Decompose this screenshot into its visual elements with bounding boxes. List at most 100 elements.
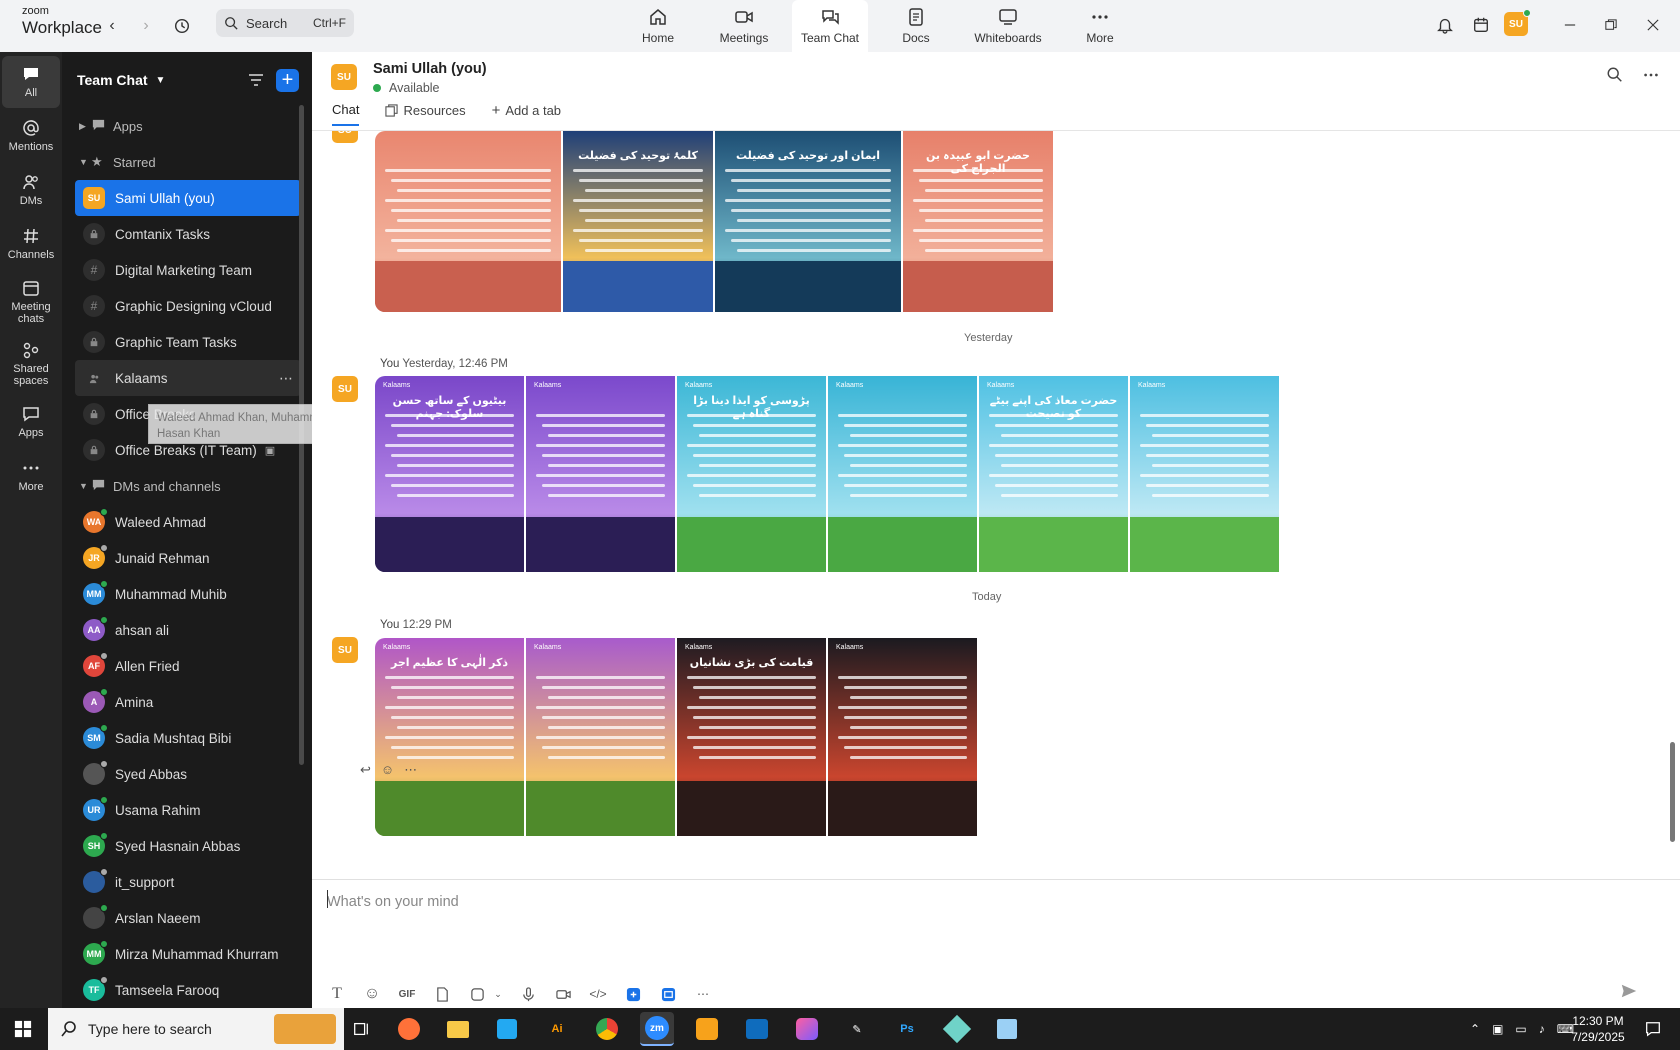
minimize-icon[interactable] bbox=[1557, 12, 1583, 38]
rail-apps[interactable]: Apps bbox=[2, 396, 60, 448]
tab-meetings[interactable]: Meetings bbox=[706, 0, 782, 52]
section-starred[interactable]: ▼ ★ Starred bbox=[75, 144, 301, 180]
zoom-taskbar-icon[interactable]: zm bbox=[640, 1012, 674, 1046]
tab-chat[interactable]: Chat bbox=[332, 100, 360, 126]
new-chat-button[interactable]: + bbox=[276, 69, 299, 92]
image-tile[interactable]: Kalaams bbox=[1130, 376, 1279, 572]
section-apps[interactable]: ▶ Apps bbox=[75, 108, 301, 144]
image-tile[interactable]: Kalaams bbox=[828, 638, 977, 836]
sidebar-item-junaid-rehman[interactable]: JR Junaid Rehman bbox=[75, 540, 301, 576]
rail-channels[interactable]: Channels bbox=[2, 218, 60, 270]
rail-more[interactable]: More bbox=[2, 450, 60, 502]
sidebar-item-ahsan-ali[interactable]: AA ahsan ali bbox=[75, 612, 301, 648]
office-app-icon[interactable] bbox=[690, 1012, 724, 1046]
sidebar-item-syed-hasnain-abbas[interactable]: SH Syed Hasnain Abbas bbox=[75, 828, 301, 864]
photoshop-icon[interactable]: Ps bbox=[890, 1012, 924, 1046]
sidebar-item-waleed-ahmad[interactable]: WA Waleed Ahmad bbox=[75, 504, 301, 540]
video-message-icon[interactable] bbox=[551, 982, 575, 1006]
image-tile[interactable]: Kalaams قیامت کی بڑی نشانیاں bbox=[677, 638, 826, 836]
notepad-icon[interactable] bbox=[990, 1012, 1024, 1046]
search-icon[interactable] bbox=[1606, 66, 1630, 90]
image-tile[interactable]: Kalaamsحضرت معاذ کی اپنے بیٹے کو نصیحت bbox=[979, 376, 1128, 572]
rail-meeting-chats[interactable]: Meeting chats bbox=[2, 272, 60, 332]
sidebar-item-graphic-team-tasks[interactable]: Graphic Team Tasks bbox=[75, 324, 301, 360]
sidebar-item-syed-abbas[interactable]: Syed Abbas bbox=[75, 756, 301, 792]
rail-all[interactable]: All bbox=[2, 56, 60, 108]
more-options-icon[interactable]: ⋯ bbox=[279, 370, 293, 387]
image-tile[interactable]: کلمۂ توحید کی فضیلت bbox=[563, 131, 713, 312]
calendar-icon[interactable] bbox=[1468, 12, 1494, 38]
taskbar-search[interactable]: Type here to search bbox=[48, 1008, 344, 1050]
image-tile[interactable]: Kalaams bbox=[526, 376, 675, 572]
reply-icon[interactable]: ↩ bbox=[360, 762, 371, 778]
photos-icon[interactable] bbox=[790, 1012, 824, 1046]
profile-avatar[interactable]: SU bbox=[1504, 9, 1531, 36]
sidebar-item-mirza-muhammad-khurram[interactable]: MM Mirza Muhammad Khurram bbox=[75, 936, 301, 972]
search-box[interactable]: Search Ctrl+F bbox=[216, 9, 354, 37]
chat-title[interactable]: Sami Ullah (you) bbox=[373, 61, 487, 77]
close-icon[interactable] bbox=[1640, 12, 1666, 38]
history-icon[interactable] bbox=[170, 14, 194, 38]
rail-dms[interactable]: DMs bbox=[2, 164, 60, 216]
volume-icon[interactable]: ♪ bbox=[1539, 1022, 1545, 1036]
filter-icon[interactable] bbox=[246, 70, 268, 92]
illustrator-icon[interactable]: Ai bbox=[540, 1012, 574, 1046]
image-tile[interactable]: Kalaamsپڑوسی کو ایذا دینا بڑا گناہ ہے bbox=[677, 376, 826, 572]
more-actions-icon[interactable]: ⋯ bbox=[404, 762, 417, 778]
sidebar-item-arslan-naeem[interactable]: Arslan Naeem bbox=[75, 900, 301, 936]
sidebar-item-kalaams[interactable]: Kalaams ⋯ bbox=[75, 360, 301, 396]
add-tab-button[interactable]: + Add a tab bbox=[492, 100, 561, 126]
image-tile[interactable]: Kalaamsبیٹیوں کے ساتھ حسن سلوک: جہنم bbox=[375, 376, 524, 572]
image-tile[interactable]: حضرت ابو عبیدہ بن الجراح کی bbox=[903, 131, 1053, 312]
chevron-down-icon[interactable]: ⌄ bbox=[491, 982, 505, 1006]
emoji-icon[interactable]: ☺ bbox=[360, 982, 384, 1006]
image-group[interactable]: کلمۂ توحید کی فضیلت ایمان اور توحید کی فض… bbox=[375, 131, 1104, 312]
sidebar-item-digital-marketing-team[interactable]: # Digital Marketing Team bbox=[75, 252, 301, 288]
task-view-icon[interactable] bbox=[344, 1012, 378, 1046]
sidebar-item-sami-ullah-you[interactable]: SU Sami Ullah (you) bbox=[75, 180, 301, 216]
windows-start-icon[interactable] bbox=[6, 1012, 40, 1046]
sidebar-item-graphic-designing-vcloud[interactable]: # Graphic Designing vCloud bbox=[75, 288, 301, 324]
feed-scrollbar[interactable] bbox=[1670, 742, 1675, 842]
tab-whiteboards[interactable]: Whiteboards bbox=[964, 0, 1052, 52]
sidebar-item-allen-fried[interactable]: AF Allen Fried bbox=[75, 648, 301, 684]
image-tile[interactable]: Kalaams bbox=[828, 376, 977, 572]
app-icon-2[interactable] bbox=[656, 982, 680, 1006]
forward-arrow-icon[interactable]: › bbox=[134, 14, 158, 38]
tab-docs[interactable]: Docs bbox=[878, 0, 954, 52]
file-icon[interactable] bbox=[430, 982, 454, 1006]
format-text-icon[interactable]: T bbox=[325, 982, 349, 1006]
more-options-icon[interactable] bbox=[1642, 66, 1666, 90]
restore-icon[interactable] bbox=[1598, 12, 1624, 38]
image-tile[interactable]: Kalaams ذکر الٰہی کا عظیم اجر bbox=[375, 638, 524, 836]
sidebar-item-comtanix-tasks[interactable]: Comtanix Tasks bbox=[75, 216, 301, 252]
emoji-reaction-icon[interactable]: ☺ bbox=[381, 762, 394, 778]
tab-home[interactable]: Home bbox=[620, 0, 696, 52]
image-tile[interactable] bbox=[375, 131, 561, 312]
rail-mentions[interactable]: Mentions bbox=[2, 110, 60, 162]
taskbar-clock[interactable]: 12:30 PM 7/29/2025 bbox=[1564, 1013, 1632, 1045]
pen-tool-icon[interactable]: ✎ bbox=[840, 1012, 874, 1046]
sidebar-item-usama-rahim[interactable]: UR Usama Rahim bbox=[75, 792, 301, 828]
section-dms-channels[interactable]: ▼ DMs and channels bbox=[75, 468, 301, 504]
chat-avatar[interactable]: SU bbox=[331, 64, 357, 90]
sidebar-item-sadia-mushtaq-bibi[interactable]: SM Sadia Mushtaq Bibi bbox=[75, 720, 301, 756]
code-icon[interactable]: </> bbox=[586, 982, 610, 1006]
microphone-icon[interactable] bbox=[516, 982, 540, 1006]
chevron-up-icon[interactable]: ⌃ bbox=[1470, 1022, 1480, 1036]
tab-team-chat[interactable]: Team Chat bbox=[792, 0, 868, 52]
image-group[interactable]: Kalaams ذکر الٰہی کا عظیم اجر Kalaams Kalaa… bbox=[375, 638, 1033, 836]
sidebar-item-muhammad-muhib[interactable]: MM Muhammad Muhib bbox=[75, 576, 301, 612]
battery-icon[interactable]: ▭ bbox=[1515, 1022, 1526, 1036]
notification-center-icon[interactable] bbox=[1636, 1012, 1670, 1046]
rail-shared-spaces[interactable]: Shared spaces bbox=[2, 334, 60, 394]
bell-icon[interactable] bbox=[1432, 12, 1458, 38]
sidebar-item-it-support[interactable]: it_support bbox=[75, 864, 301, 900]
image-tile[interactable]: ایمان اور توحید کی فضیلت bbox=[715, 131, 901, 312]
team-chat-title[interactable]: Team Chat ▼ bbox=[77, 72, 165, 88]
chrome-icon[interactable] bbox=[590, 1012, 624, 1046]
image-group[interactable]: Kalaamsبیٹیوں کے ساتھ حسن سلوک: جہنمKala… bbox=[375, 376, 1357, 572]
gif-icon[interactable]: GIF bbox=[395, 982, 419, 1006]
back-arrow-icon[interactable]: ‹ bbox=[100, 14, 124, 38]
outlook-icon[interactable] bbox=[740, 1012, 774, 1046]
